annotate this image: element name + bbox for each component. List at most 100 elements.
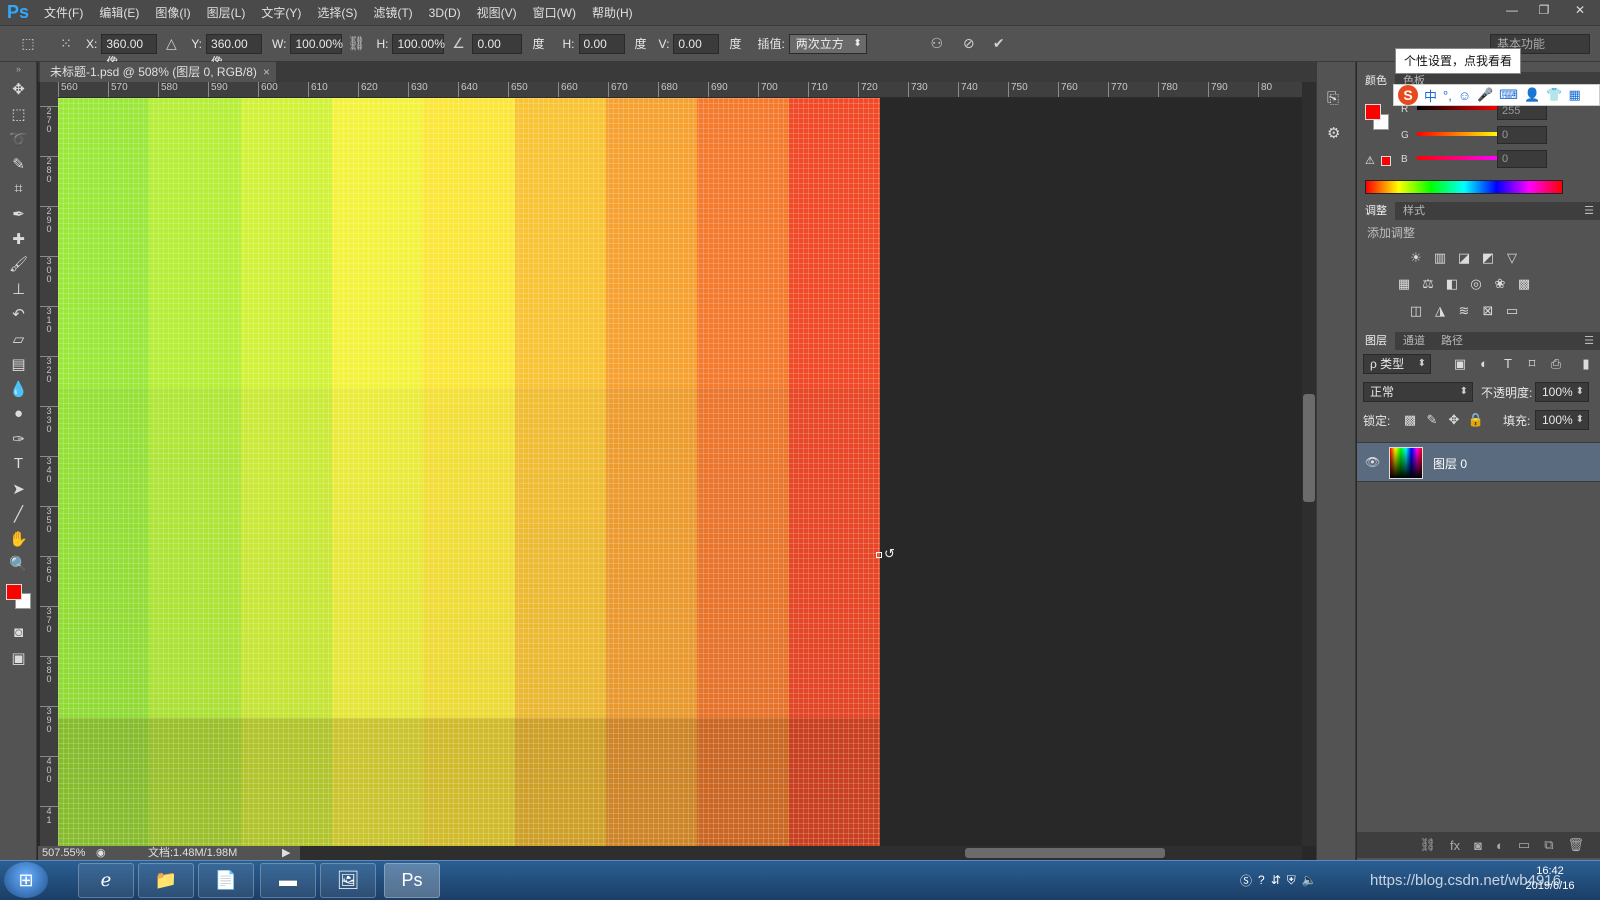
- b-value[interactable]: 0: [1497, 150, 1547, 168]
- brush-tool-icon[interactable]: 🖌: [0, 251, 37, 276]
- new-layer-icon[interactable]: ⧉: [1544, 837, 1553, 853]
- tray-ime-icon[interactable]: Ⓢ: [1240, 872, 1252, 889]
- interpolation-select[interactable]: 两次立方: [788, 33, 867, 54]
- angle-input[interactable]: 0.00: [472, 33, 523, 54]
- b-slider[interactable]: [1417, 156, 1499, 160]
- blur-tool-icon[interactable]: 💧: [0, 376, 37, 401]
- zoom-level[interactable]: 507.55%: [42, 846, 85, 860]
- tab-paths[interactable]: 路径: [1433, 332, 1471, 350]
- healing-brush-tool-icon[interactable]: ✚: [0, 226, 37, 251]
- opacity-input[interactable]: 100%: [1535, 382, 1589, 402]
- photoshop-taskbar-icon[interactable]: Ps: [384, 863, 440, 898]
- selective-color-icon[interactable]: ⊠: [1479, 302, 1497, 320]
- clock[interactable]: 16:42 2019/6/16: [1515, 864, 1585, 894]
- cmd-taskbar-icon[interactable]: ▬: [260, 863, 316, 898]
- quick-select-tool-icon[interactable]: ✎: [0, 151, 37, 176]
- vertical-ruler[interactable]: 2702802903003103203303403503603703803904…: [40, 98, 58, 846]
- screen-mode-icon[interactable]: ▣: [0, 645, 37, 670]
- punctuation-icon[interactable]: °,: [1443, 88, 1452, 103]
- g-slider[interactable]: [1417, 132, 1499, 136]
- tab-adjustments[interactable]: 调整: [1357, 202, 1395, 220]
- minimize-button[interactable]: —: [1496, 0, 1528, 20]
- fg-color-swatch[interactable]: [1365, 104, 1381, 120]
- tray-help-icon[interactable]: ?: [1258, 873, 1265, 887]
- tray-volume-icon[interactable]: 🔈: [1302, 873, 1317, 887]
- filter-adjustment-icon[interactable]: ◐: [1475, 355, 1493, 373]
- menu-layer[interactable]: 图层(L): [199, 0, 254, 26]
- blend-mode-select[interactable]: 正常: [1363, 382, 1473, 402]
- document-tab[interactable]: 未标题-1.psd @ 508% (图层 0, RGB/8) ×: [40, 62, 276, 82]
- restore-button[interactable]: ❐: [1528, 0, 1560, 20]
- line-tool-icon[interactable]: ╱: [0, 501, 37, 526]
- lock-all-icon[interactable]: 🔒: [1467, 411, 1485, 429]
- ruler-corner[interactable]: [40, 82, 58, 98]
- gamut-warning-icon[interactable]: ⚠: [1365, 154, 1375, 167]
- tab-layers[interactable]: 图层: [1357, 332, 1395, 350]
- pen-tool-icon[interactable]: ✑: [0, 426, 37, 451]
- ime-logo[interactable]: S: [1398, 85, 1418, 105]
- x-input[interactable]: 360.00 像: [101, 33, 158, 69]
- quick-mask-icon[interactable]: ◙: [0, 620, 37, 645]
- width-input[interactable]: 100.00%: [290, 33, 343, 54]
- filter-pixel-icon[interactable]: ▣: [1451, 355, 1469, 373]
- menu-view[interactable]: 视图(V): [469, 0, 525, 26]
- commit-transform-icon[interactable]: ✔: [989, 35, 1009, 52]
- gradient-map-icon[interactable]: ▭: [1503, 302, 1521, 320]
- lock-transparent-icon[interactable]: ▩: [1401, 411, 1419, 429]
- link-icon[interactable]: ⛓: [346, 35, 366, 52]
- close-button[interactable]: ✕: [1560, 0, 1600, 20]
- r-slider[interactable]: [1417, 106, 1499, 110]
- visibility-eye-icon[interactable]: 👁: [1365, 455, 1380, 469]
- link-layers-icon[interactable]: ⛓: [1420, 837, 1437, 853]
- document-image[interactable]: [58, 98, 880, 846]
- history-panel-icon[interactable]: ⎘: [1327, 90, 1339, 107]
- user-icon[interactable]: 👤: [1524, 87, 1540, 103]
- hue-saturation-icon[interactable]: ▦: [1395, 275, 1413, 293]
- photo-filter-icon[interactable]: ◎: [1467, 275, 1485, 293]
- horizontal-ruler[interactable]: 560 570 580 590 600 610 620 630 640 650 660 670 680 6…: [58, 82, 1302, 98]
- tab-color[interactable]: 颜色: [1357, 72, 1395, 90]
- new-group-icon[interactable]: ▭: [1518, 837, 1530, 853]
- color-lookup-icon[interactable]: ▩: [1515, 275, 1533, 293]
- layer-row[interactable]: 👁 图层 0: [1357, 442, 1600, 482]
- menu-type[interactable]: 文字(Y): [253, 0, 309, 26]
- delta-icon[interactable]: △: [161, 35, 181, 52]
- skin-icon[interactable]: 👕: [1546, 87, 1562, 103]
- path-select-tool-icon[interactable]: ➤: [0, 476, 37, 501]
- stamp-tool-icon[interactable]: ⊥: [0, 276, 37, 301]
- cancel-transform-icon[interactable]: ⊘: [959, 35, 979, 52]
- lock-image-icon[interactable]: ✎: [1423, 411, 1441, 429]
- layer-style-icon[interactable]: fx: [1450, 838, 1460, 853]
- tab-styles[interactable]: 样式: [1395, 202, 1433, 220]
- levels-icon[interactable]: ▥: [1431, 249, 1449, 267]
- lasso-tool-icon[interactable]: ➰: [0, 126, 37, 151]
- vskew-input[interactable]: 0.00: [673, 33, 720, 54]
- vibrance-icon[interactable]: ▽: [1503, 249, 1521, 267]
- delete-layer-icon[interactable]: 🗑: [1567, 837, 1584, 853]
- menu-file[interactable]: 文件(F): [36, 0, 91, 26]
- filter-shape-icon[interactable]: ⌑: [1523, 355, 1541, 373]
- properties-panel-icon[interactable]: ⚙: [1327, 124, 1340, 142]
- add-mask-icon[interactable]: ◙: [1474, 838, 1482, 853]
- transform-tool-icon[interactable]: ⬚: [18, 35, 38, 52]
- horizontal-scroll-thumb[interactable]: [965, 848, 1165, 858]
- tray-security-icon[interactable]: ⛨: [1287, 873, 1296, 888]
- menu-select[interactable]: 选择(S): [309, 0, 365, 26]
- transform-handle[interactable]: [876, 552, 882, 558]
- start-button-icon[interactable]: ⊞: [4, 862, 48, 898]
- curves-icon[interactable]: ◪: [1455, 249, 1473, 267]
- type-tool-icon[interactable]: T: [0, 451, 37, 476]
- marquee-tool-icon[interactable]: ⬚: [0, 101, 37, 126]
- tray-network-icon[interactable]: ⇵: [1271, 873, 1281, 887]
- eraser-tool-icon[interactable]: ▱: [0, 326, 37, 351]
- filter-type-icon[interactable]: T: [1499, 355, 1517, 373]
- crop-tool-icon[interactable]: ⌗: [0, 176, 37, 201]
- warp-icon[interactable]: ⚇: [927, 35, 947, 52]
- g-value[interactable]: 0: [1497, 126, 1547, 144]
- color-spectrum[interactable]: [1365, 180, 1563, 194]
- invert-icon[interactable]: ◫: [1407, 302, 1425, 320]
- explorer-taskbar-icon[interactable]: 📁: [138, 863, 194, 898]
- color-balance-icon[interactable]: ⚖: [1419, 275, 1437, 293]
- menu-3d[interactable]: 3D(D): [421, 0, 469, 26]
- reference-point-icon[interactable]: ⁙: [56, 35, 76, 52]
